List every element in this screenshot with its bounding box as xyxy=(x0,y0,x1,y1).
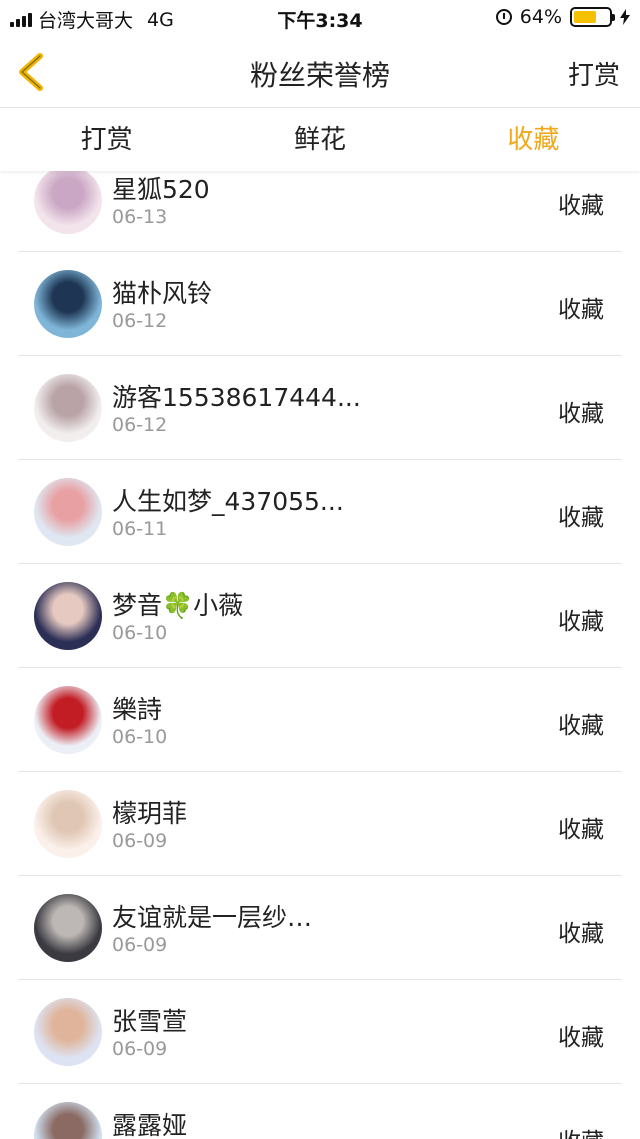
page-title: 粉丝荣誉榜 xyxy=(249,59,390,92)
avatar[interactable] xyxy=(34,790,102,858)
list-item[interactable]: 檬玥菲 06-09 收藏 xyxy=(18,772,622,876)
item-date: 06-11 xyxy=(112,518,168,540)
list-item[interactable]: 友谊就是一层纱… 06-09 收藏 xyxy=(18,876,622,980)
battery-level xyxy=(574,11,596,23)
list-item[interactable]: 猫朴风铃 06-12 收藏 xyxy=(18,252,622,356)
avatar[interactable] xyxy=(34,166,102,234)
tab-bar: 打赏 鲜花 收藏 xyxy=(0,109,640,171)
avatar[interactable] xyxy=(34,1102,102,1139)
action-label: 收藏 xyxy=(558,921,604,947)
user-name: 张雪萱 xyxy=(112,1007,188,1036)
avatar[interactable] xyxy=(34,894,102,962)
user-name: 露露娅 xyxy=(112,1111,188,1139)
list-item[interactable]: 游客15538617444... 06-12 收藏 xyxy=(18,356,622,460)
item-date: 06-09 xyxy=(112,934,168,956)
list-item[interactable]: 人生如梦_437055... 06-11 收藏 xyxy=(18,460,622,564)
tab-reward[interactable]: 打赏 xyxy=(0,109,213,171)
item-date: 06-13 xyxy=(112,206,168,228)
list-item[interactable]: 樂詩 06-10 收藏 xyxy=(18,668,622,772)
reward-button[interactable]: 打赏 xyxy=(568,55,620,92)
status-bar: 台湾大哥大 4G 下午3:34 64% xyxy=(0,0,640,36)
item-date: 06-10 xyxy=(112,726,168,748)
action-label: 收藏 xyxy=(558,401,604,427)
user-name: 友谊就是一层纱… xyxy=(112,903,313,932)
status-right: 64% xyxy=(495,6,630,28)
fan-list: 星狐520 06-13 收藏 猫朴风铃 06-12 收藏 游客155386174… xyxy=(0,148,640,1139)
nav-bar: 粉丝荣誉榜 打赏 xyxy=(0,36,640,108)
item-date: 06-09 xyxy=(112,830,168,852)
avatar[interactable] xyxy=(34,270,102,338)
charging-bolt-icon xyxy=(620,9,630,25)
action-label: 收藏 xyxy=(558,193,604,219)
battery-percent: 64% xyxy=(519,6,562,28)
battery-icon xyxy=(570,7,615,27)
user-name: 樂詩 xyxy=(112,695,163,724)
avatar[interactable] xyxy=(34,478,102,546)
item-date: 06-10 xyxy=(112,622,168,644)
list-item[interactable]: 露露娅 收藏 xyxy=(18,1084,622,1139)
action-label: 收藏 xyxy=(558,817,604,843)
user-name: 梦音🍀小薇 xyxy=(112,591,244,620)
user-name: 游客15538617444... xyxy=(112,383,361,412)
avatar[interactable] xyxy=(34,374,102,442)
user-name: 星狐520 xyxy=(112,175,210,204)
action-label: 收藏 xyxy=(558,1025,604,1051)
action-label: 收藏 xyxy=(558,505,604,531)
avatar[interactable] xyxy=(34,582,102,650)
action-label: 收藏 xyxy=(558,713,604,739)
item-date: 06-12 xyxy=(112,414,168,436)
user-name: 人生如梦_437055... xyxy=(112,487,344,516)
avatar[interactable] xyxy=(34,686,102,754)
action-label: 收藏 xyxy=(558,1122,604,1139)
tab-favorites[interactable]: 收藏 xyxy=(427,109,640,171)
list-item[interactable]: 梦音🍀小薇 06-10 收藏 xyxy=(18,564,622,668)
alarm-icon xyxy=(495,9,512,25)
item-date: 06-09 xyxy=(112,1038,168,1060)
list-item[interactable]: 张雪萱 06-09 收藏 xyxy=(18,980,622,1084)
item-date: 06-12 xyxy=(112,310,168,332)
action-label: 收藏 xyxy=(558,297,604,323)
tab-flowers[interactable]: 鲜花 xyxy=(213,109,426,171)
avatar[interactable] xyxy=(34,998,102,1066)
user-name: 檬玥菲 xyxy=(112,799,188,828)
action-label: 收藏 xyxy=(558,609,604,635)
user-name: 猫朴风铃 xyxy=(112,279,213,308)
